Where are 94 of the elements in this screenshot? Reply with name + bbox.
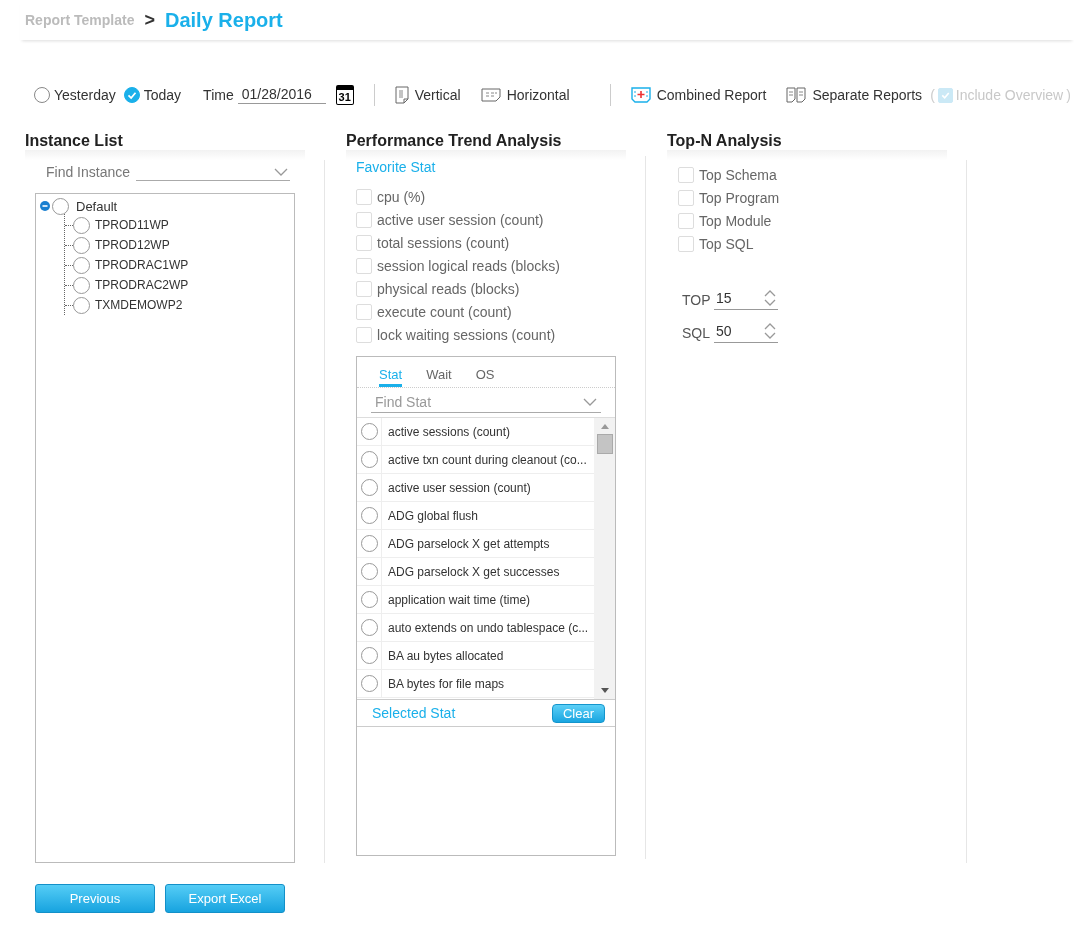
radio-button[interactable] [360, 507, 378, 524]
section-title: Top-N Analysis [667, 132, 782, 149]
top-n-option-label: Top Schema [699, 166, 777, 183]
stat-item[interactable]: active txn count during cleanout (co... [382, 452, 587, 467]
parenthesis: ( [930, 87, 935, 103]
stat-item[interactable]: application wait time (time) [382, 592, 531, 607]
selected-stat-title: Selected Stat [372, 705, 456, 721]
tab[interactable]: OS [475, 367, 495, 387]
radio-button[interactable] [73, 236, 90, 254]
checkbox[interactable] [356, 234, 372, 251]
favorite-stat-label: physical reads (blocks) [377, 280, 520, 297]
layout-button[interactable]: Vertical [394, 86, 461, 104]
radio-button[interactable] [73, 276, 90, 294]
section-title: Performance Trend Analysis [346, 132, 562, 149]
checkbox[interactable] [356, 211, 372, 228]
radio-button[interactable] [360, 423, 378, 440]
report-button[interactable]: Combined Report [630, 87, 767, 103]
tree-item[interactable]: TPRODRAC1WP [95, 258, 189, 272]
radio-button[interactable] [360, 675, 378, 692]
stat-item[interactable]: auto extends on undo tablespace (c... [382, 620, 589, 635]
stat-item[interactable]: ADG global flush [382, 508, 479, 523]
favorite-stat-label: active user session (count) [377, 211, 544, 228]
up-down-arrows-icon[interactable] [764, 289, 776, 307]
stat-item[interactable]: ADG parselock X get successes [382, 564, 560, 579]
radio-button[interactable] [360, 619, 378, 636]
page-title: Daily Report [164, 8, 283, 32]
number-spinner[interactable]: 15 [714, 289, 778, 310]
radio-button[interactable] [360, 647, 378, 664]
favorite-stat-title: Favorite Stat [355, 158, 437, 177]
section-title: Instance List [25, 132, 123, 149]
checkbox[interactable] [678, 212, 694, 229]
chevron-down-icon [274, 167, 289, 176]
radio-button[interactable] [360, 479, 378, 496]
tree-item[interactable]: Default [76, 198, 118, 214]
checkbox[interactable] [356, 257, 372, 274]
tab[interactable]: Wait [426, 367, 452, 387]
landscape-document-icon [480, 88, 501, 102]
radio-button[interactable] [73, 296, 90, 314]
up-down-arrows-icon[interactable] [764, 322, 776, 340]
favorite-stat-label: lock waiting sessions (count) [377, 326, 556, 343]
radio-button[interactable] [123, 87, 140, 103]
favorite-stat-label: total sessions (count) [377, 234, 510, 251]
checkbox[interactable] [356, 280, 372, 297]
radio-button[interactable] [360, 563, 378, 580]
stat-item[interactable]: active user session (count) [382, 480, 531, 495]
checkbox[interactable] [356, 188, 372, 205]
date-option[interactable]: Yesterday [34, 87, 116, 103]
stat-item[interactable]: ADG parselock X get attempts [382, 536, 550, 551]
parenthesis: ) [1066, 87, 1071, 103]
separate-reports-icon [786, 87, 807, 103]
checkbox[interactable] [678, 235, 694, 252]
top-n-option-label: Top Module [699, 212, 772, 229]
radio-button[interactable] [360, 535, 378, 552]
breadcrumb-separator: > [144, 9, 155, 31]
favorite-stat-label: session logical reads (blocks) [377, 257, 560, 274]
tree-item[interactable]: TXMDEMOWP2 [95, 298, 183, 312]
tree-item[interactable]: TPROD11WP [95, 218, 169, 232]
stat-item[interactable]: active sessions (count) [382, 424, 511, 439]
stat-item[interactable]: BA au bytes allocated [382, 648, 504, 663]
report-button[interactable]: Separate Reports [786, 87, 923, 103]
date-option[interactable]: Today [123, 87, 182, 103]
scrollbar[interactable] [594, 418, 615, 699]
top-n-option-label: Top SQL [699, 235, 754, 252]
scroll-down-icon[interactable] [600, 688, 609, 693]
document-icon [394, 86, 409, 104]
radio-button[interactable] [360, 451, 378, 468]
tree-item[interactable]: TPROD12WP [95, 238, 170, 252]
tree-item[interactable]: TPRODRAC2WP [95, 278, 189, 292]
radio-button[interactable] [34, 87, 50, 103]
chevron-down-icon [583, 398, 597, 406]
checkbox[interactable] [678, 189, 694, 206]
calendar-icon[interactable]: 31 [335, 85, 354, 105]
favorite-stat-label: execute count (count) [377, 303, 512, 320]
time-label: Time [203, 87, 234, 103]
combined-report-icon [630, 87, 651, 103]
stat-item[interactable]: BA bytes for file maps [382, 676, 505, 691]
favorite-stat-label: cpu (%) [377, 188, 426, 205]
top-n-option-label: Top Program [699, 189, 780, 206]
find-instance-label: Find Instance [46, 164, 131, 180]
date-field[interactable]: 01/28/2016 [237, 86, 326, 104]
radio-button[interactable] [360, 591, 378, 608]
radio-button[interactable] [73, 216, 90, 234]
collapse-icon[interactable] [40, 201, 50, 211]
radio-button[interactable] [73, 256, 90, 274]
radio-button[interactable] [52, 197, 69, 215]
spinner-label: SQL [682, 324, 708, 341]
checkbox[interactable] [678, 166, 694, 183]
scrollbar-thumb[interactable] [596, 434, 613, 454]
spinner-label: TOP [682, 291, 708, 308]
scroll-up-icon[interactable] [600, 424, 609, 429]
checkbox[interactable] [356, 326, 372, 343]
number-spinner[interactable]: 50 [714, 322, 778, 343]
layout-button[interactable]: Horizontal [480, 87, 570, 103]
checkbox[interactable] [356, 303, 372, 320]
